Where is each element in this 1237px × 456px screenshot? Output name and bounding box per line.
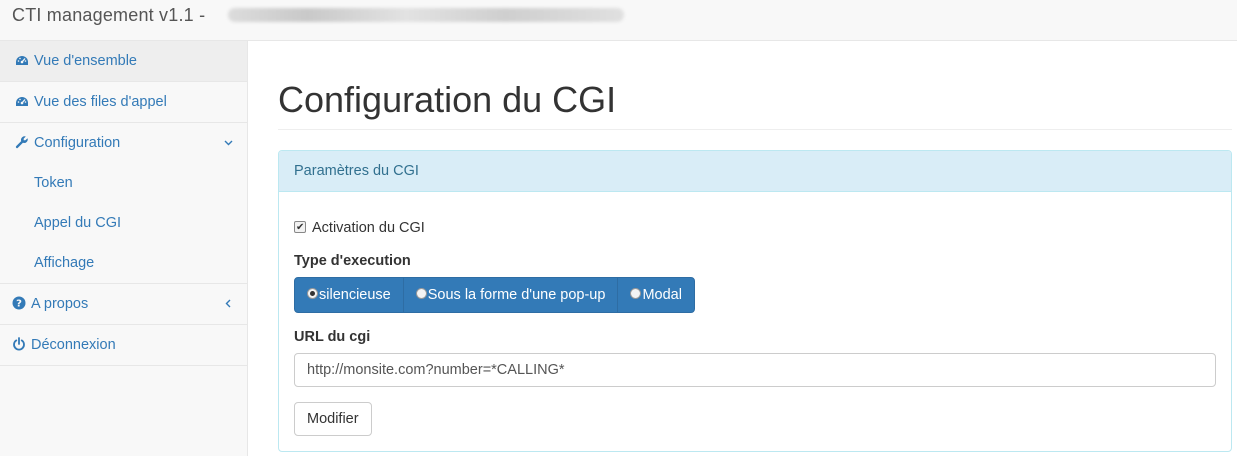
dashboard-icon xyxy=(14,41,30,81)
sidebar-item-queues[interactable]: Vue des files d'appel xyxy=(0,82,247,123)
radio-selected-icon[interactable] xyxy=(307,288,318,299)
sidebar: Vue d'ensemble Vue des files d'appel Con… xyxy=(0,41,248,456)
exec-option-popup[interactable]: Sous la forme d'une pop-up xyxy=(402,277,619,313)
sidebar-item-label: Configuration xyxy=(34,135,121,151)
sidebar-subitem-display[interactable]: Affichage xyxy=(0,243,247,283)
sidebar-item-configuration[interactable]: Configuration xyxy=(0,123,247,164)
sidebar-subitem-label: Token xyxy=(34,175,73,191)
activation-checkbox-row[interactable]: Activation du CGI xyxy=(294,219,425,237)
radio-icon[interactable] xyxy=(415,288,427,299)
chevron-down-icon xyxy=(224,123,233,163)
redacted-hostname xyxy=(228,8,624,22)
svg-text:?: ? xyxy=(16,299,22,310)
exec-option-label: silencieuse xyxy=(319,287,391,303)
sidebar-item-label: Vue des files d'appel xyxy=(34,94,167,110)
sidebar-subitem-label: Appel du CGI xyxy=(34,215,122,231)
sidebar-item-label: Vue d'ensemble xyxy=(34,53,137,69)
exec-option-label: Sous la forme d'une pop-up xyxy=(427,287,606,303)
question-circle-icon: ? xyxy=(11,284,27,324)
activation-label: Activation du CGI xyxy=(312,220,425,236)
exec-option-silent[interactable]: silencieuse xyxy=(294,277,404,313)
sidebar-subitem-token[interactable]: Token xyxy=(0,163,247,203)
chevron-left-icon xyxy=(224,284,233,324)
exec-option-label: Modal xyxy=(642,287,682,303)
cgi-settings-panel: Paramètres du CGI Activation du CGI Type… xyxy=(278,150,1232,452)
sidebar-subitem-label: Affichage xyxy=(34,255,95,271)
exec-option-modal[interactable]: Modal xyxy=(617,277,695,313)
dashboard-icon xyxy=(14,82,30,122)
sidebar-item-overview[interactable]: Vue d'ensemble xyxy=(0,41,247,82)
exec-type-toggle-group: silencieuse Sous la forme d'une pop-up M… xyxy=(294,277,695,313)
url-label: URL du cgi xyxy=(294,329,371,345)
activation-checkbox[interactable] xyxy=(294,219,306,237)
radio-icon[interactable] xyxy=(630,288,642,299)
top-navbar: CTI management v1.1 - xyxy=(0,0,1237,41)
wrench-icon xyxy=(14,123,30,163)
sidebar-item-label: A propos xyxy=(31,296,89,312)
power-icon xyxy=(11,325,27,365)
cgi-url-input[interactable]: http://monsite.com?number=*CALLING* xyxy=(294,353,1216,387)
app-title[interactable]: CTI management v1.1 - xyxy=(12,4,205,26)
exec-type-label: Type d'execution xyxy=(294,253,411,269)
sidebar-item-about[interactable]: ? A propos xyxy=(0,284,247,325)
page-title: Configuration du CGI xyxy=(278,79,617,120)
sidebar-subitem-cgi-call[interactable]: Appel du CGI xyxy=(0,203,247,243)
sidebar-item-logout[interactable]: Déconnexion xyxy=(0,325,247,366)
divider xyxy=(278,129,1232,130)
panel-heading: Paramètres du CGI xyxy=(279,151,1231,192)
modify-button[interactable]: Modifier xyxy=(294,402,372,436)
sidebar-item-label: Déconnexion xyxy=(31,337,116,353)
